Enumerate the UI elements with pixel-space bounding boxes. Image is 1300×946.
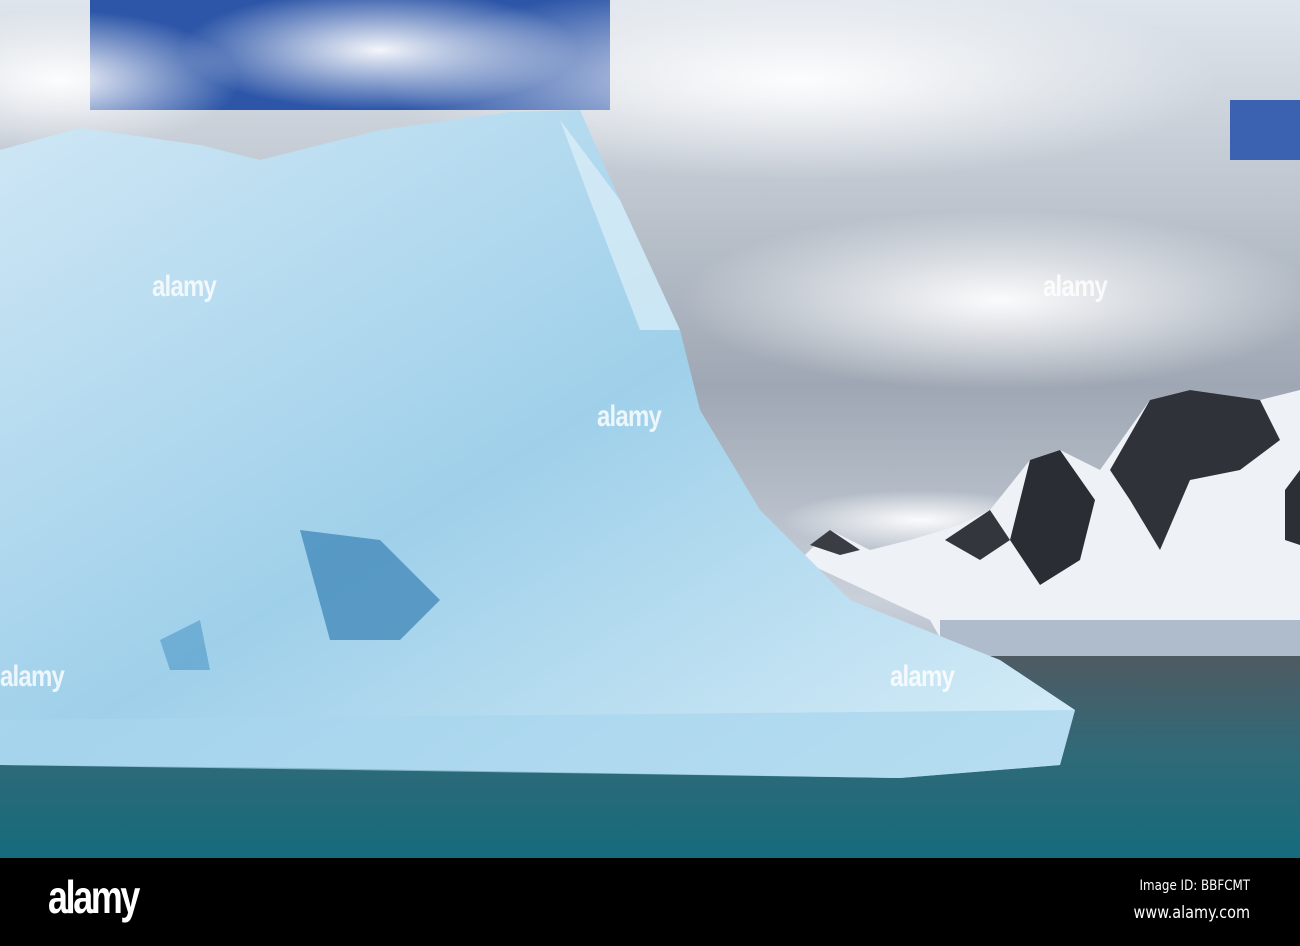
- watermark: alamy: [597, 400, 662, 433]
- watermark: alamy: [890, 660, 955, 693]
- watermark: alamy: [1043, 270, 1108, 303]
- watermark: alamy: [0, 660, 65, 693]
- watermark: alamy: [152, 270, 217, 303]
- alamy-logo: alamy: [48, 871, 140, 923]
- page: alamy alamy alamy alamy alamy alamy Imag…: [0, 0, 1300, 946]
- website-link: www.alamy.com: [1133, 903, 1250, 923]
- image-id: Image ID: BBFCMT: [1139, 878, 1250, 894]
- footer-bar: alamy Image ID: BBFCMT www.alamy.com: [0, 858, 1300, 946]
